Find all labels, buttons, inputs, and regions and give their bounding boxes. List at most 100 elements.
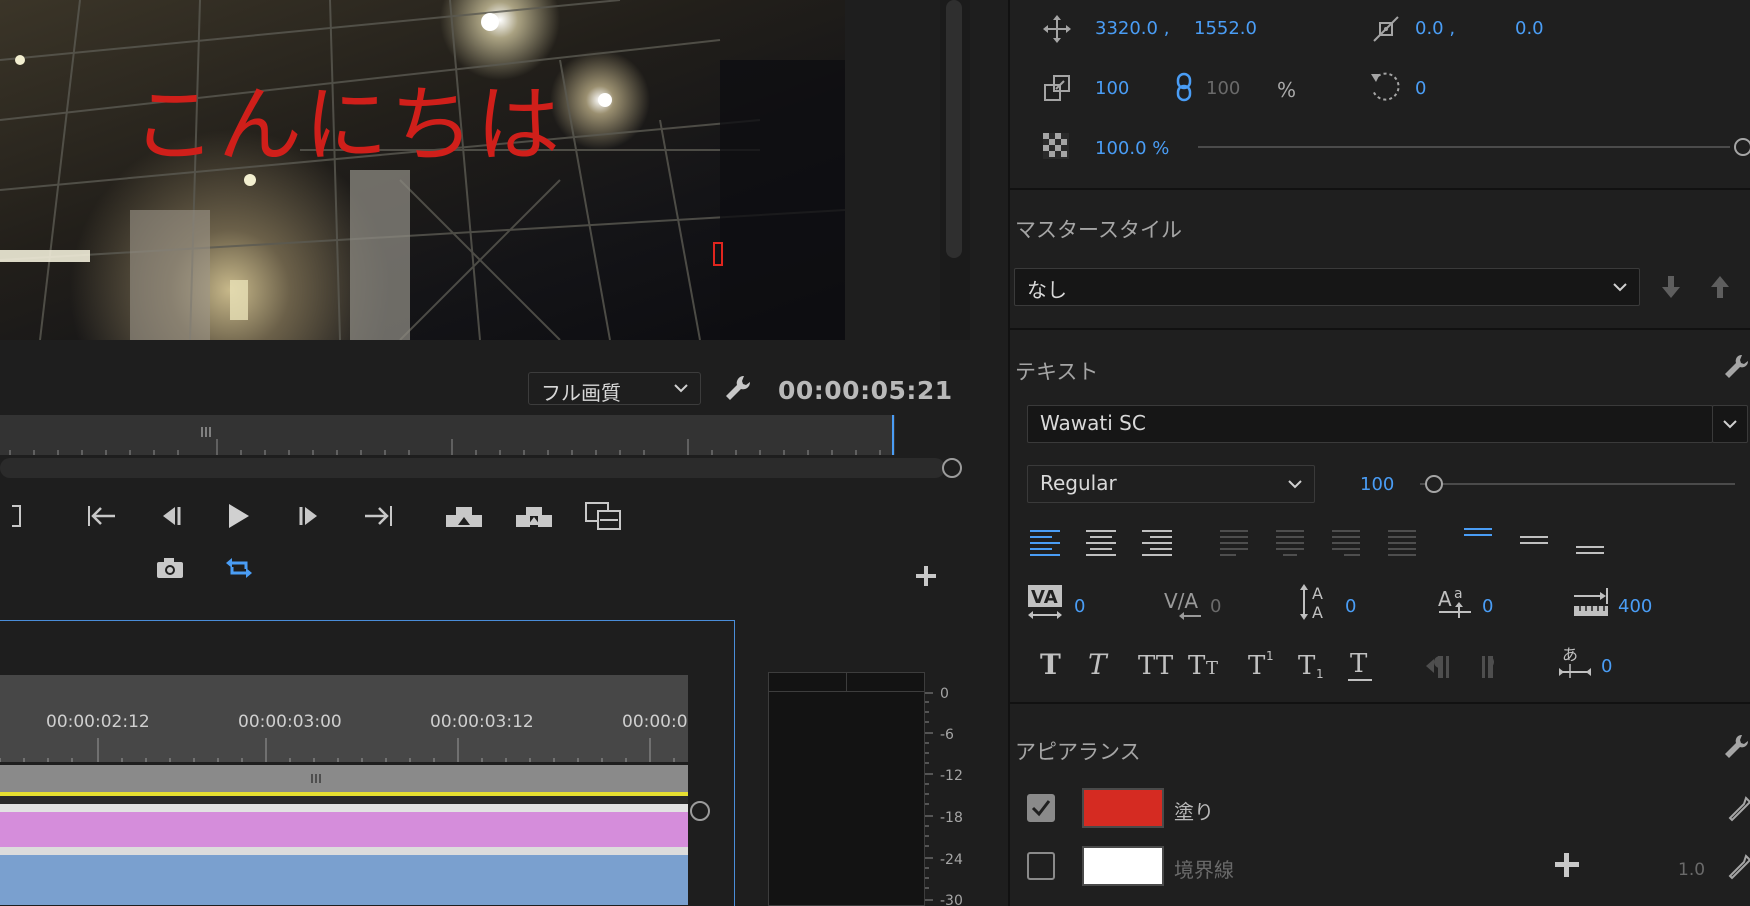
fill-checkbox[interactable]	[1027, 794, 1055, 822]
tab-width-value[interactable]: 400	[1618, 596, 1652, 617]
video-clip-header[interactable]	[0, 847, 688, 855]
timeline-scroll-handle[interactable]	[690, 801, 710, 821]
font-family-dropdown[interactable]: Wawati SC	[1027, 405, 1713, 443]
rotation-value[interactable]: 0	[1415, 78, 1426, 99]
master-style-title: マスタースタイル	[1015, 218, 1182, 242]
scale-unit-label: %	[1277, 78, 1297, 102]
go-to-out-icon[interactable]	[358, 498, 398, 534]
scale-width-value[interactable]: 100	[1095, 78, 1129, 99]
justify-last-right-button[interactable]	[1330, 522, 1366, 562]
track-gap	[0, 796, 688, 804]
anchor-point-icon	[1370, 13, 1402, 45]
video-clip[interactable]	[0, 855, 688, 905]
audio-meter	[768, 672, 925, 906]
push-style-down-icon[interactable]	[1659, 274, 1683, 300]
align-middle-button[interactable]	[1516, 522, 1552, 562]
step-back-icon[interactable]	[150, 498, 190, 534]
faux-italic-button[interactable]	[1086, 644, 1122, 686]
small-caps-button[interactable]	[1186, 644, 1226, 686]
font-family-value: Wawati SC	[1040, 411, 1146, 435]
anchor-y-value[interactable]: 0.0	[1515, 18, 1544, 39]
meter-db-label: 0	[940, 686, 949, 702]
viewer-time-ruler[interactable]	[0, 415, 895, 455]
svg-text:A: A	[1312, 584, 1323, 603]
master-style-dropdown[interactable]: なし	[1014, 268, 1640, 306]
pull-style-up-icon[interactable]	[1708, 274, 1732, 300]
font-size-slider-handle[interactable]	[1425, 475, 1443, 493]
kerning-value[interactable]: 0	[1074, 596, 1085, 617]
justify-all-button[interactable]	[1386, 522, 1422, 562]
viewer-scrollbar-thumb[interactable]	[946, 0, 962, 258]
font-size-slider[interactable]	[1420, 483, 1735, 485]
all-caps-button[interactable]	[1136, 644, 1176, 686]
leading-value[interactable]: 0	[1345, 596, 1356, 617]
position-x-value[interactable]: 3320.0 ,	[1095, 18, 1169, 39]
font-size-value[interactable]: 100	[1360, 474, 1394, 495]
ruler-time-label: 00:00:0	[622, 712, 688, 732]
superscript-button[interactable]	[1246, 644, 1282, 686]
align-right-button[interactable]	[1140, 522, 1176, 562]
ruler-time-label: 00:00:03:00	[238, 712, 342, 732]
rtl-button[interactable]	[1480, 644, 1520, 686]
anchor-x-value[interactable]: 0.0 ,	[1415, 18, 1455, 39]
align-bottom-button[interactable]	[1572, 522, 1608, 562]
camera-icon[interactable]	[150, 550, 190, 586]
extract-icon[interactable]	[514, 498, 554, 534]
opacity-value[interactable]: 100.0 %	[1095, 138, 1169, 159]
add-stroke-icon[interactable]	[1554, 852, 1580, 878]
export-frame-compare-icon[interactable]	[584, 498, 624, 534]
master-style-value: なし	[1027, 278, 1067, 302]
font-style-dropdown[interactable]: Regular	[1027, 465, 1315, 503]
opacity-slider-handle[interactable]	[1734, 138, 1750, 156]
tab-width-icon	[1572, 586, 1610, 618]
tsume-value[interactable]: 0	[1601, 656, 1612, 677]
eyedropper-icon[interactable]	[1728, 796, 1750, 824]
chevron-down-icon	[1723, 420, 1737, 429]
wrench-icon[interactable]	[1722, 732, 1750, 762]
justify-last-left-button[interactable]	[1218, 522, 1254, 562]
viewer-zoom-handle[interactable]	[942, 458, 962, 478]
meter-db-label: -18	[940, 810, 963, 826]
subscript-button[interactable]	[1296, 644, 1332, 686]
viewer-zoom-scrollbar[interactable]	[0, 458, 945, 478]
title-text-overlay[interactable]: こんにちは	[132, 58, 562, 179]
wrench-icon[interactable]	[722, 372, 754, 404]
opacity-slider[interactable]	[1198, 146, 1730, 148]
graphic-clip[interactable]	[0, 812, 688, 847]
baseline-shift-value[interactable]: 0	[1482, 596, 1493, 617]
mark-out-icon[interactable]	[0, 498, 40, 534]
play-icon[interactable]	[218, 498, 258, 534]
svg-text:A: A	[1438, 587, 1452, 611]
go-to-in-icon[interactable]	[82, 498, 122, 534]
playback-quality-dropdown[interactable]: フル画質	[528, 372, 701, 405]
stroke-width-value[interactable]: 1.0	[1678, 860, 1705, 880]
link-icon[interactable]	[1175, 72, 1193, 102]
font-style-value: Regular	[1040, 471, 1117, 495]
faux-bold-button[interactable]	[1036, 644, 1072, 686]
stroke-color-swatch[interactable]	[1082, 846, 1164, 886]
align-center-button[interactable]	[1084, 522, 1120, 562]
eyedropper-icon[interactable]	[1728, 854, 1750, 882]
wrench-icon[interactable]	[1722, 352, 1750, 382]
svg-text:A: A	[1312, 603, 1323, 622]
timeline-zoom-bar[interactable]	[0, 765, 688, 792]
add-button-icon[interactable]	[906, 558, 946, 594]
font-family-dropdown-toggle[interactable]	[1712, 405, 1748, 443]
underline-button[interactable]	[1346, 644, 1382, 686]
align-left-button[interactable]	[1028, 522, 1064, 562]
justify-last-center-button[interactable]	[1274, 522, 1310, 562]
step-forward-icon[interactable]	[290, 498, 330, 534]
lift-icon[interactable]	[444, 498, 484, 534]
scale-height-value[interactable]: 100	[1206, 78, 1240, 99]
stroke-checkbox[interactable]	[1027, 852, 1055, 880]
loop-icon[interactable]	[219, 550, 259, 586]
graphic-clip-header[interactable]	[0, 804, 688, 812]
leading-icon: AA	[1298, 582, 1334, 622]
essential-graphics-panel	[1008, 0, 1750, 906]
position-y-value[interactable]: 1552.0	[1194, 18, 1257, 39]
playhead-timecode[interactable]: 00:00:05:21	[778, 376, 953, 405]
tracking-value[interactable]: 0	[1210, 596, 1221, 617]
fill-color-swatch[interactable]	[1082, 788, 1164, 828]
ltr-button[interactable]	[1422, 644, 1462, 686]
align-top-button[interactable]	[1460, 522, 1496, 562]
